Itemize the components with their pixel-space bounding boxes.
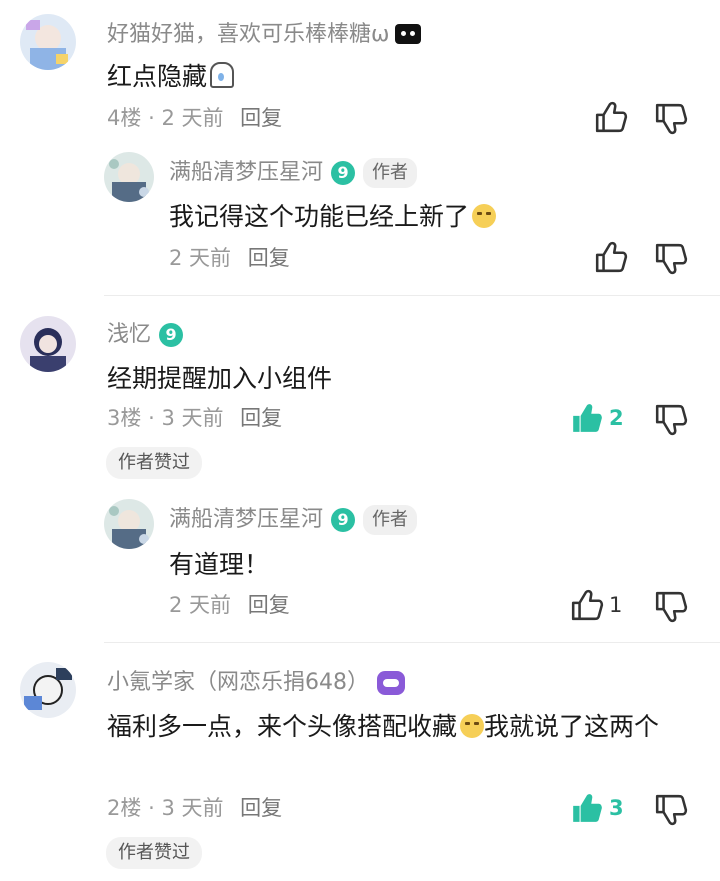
- comment-text: 福利多一点，来个头像搭配收藏 我就说了这两个: [107, 712, 660, 741]
- author-tag: 作者: [363, 158, 418, 188]
- like-button[interactable]: [594, 240, 628, 274]
- reply-button[interactable]: 回复: [240, 106, 282, 130]
- reply-button[interactable]: 回复: [248, 593, 290, 617]
- thinking-emoji-icon: [472, 204, 497, 228]
- level-badge: 9: [331, 508, 356, 532]
- comment-text: 红点隐藏: [107, 58, 235, 96]
- reply-button[interactable]: 回复: [240, 406, 282, 430]
- level-badge: 9: [159, 323, 184, 347]
- thumb-up-icon: [570, 588, 604, 622]
- thumb-down-icon: [654, 102, 688, 136]
- comment-meta: 3楼 · 3 天前 回复: [107, 406, 283, 430]
- thumb-up-filled-icon: [570, 791, 604, 825]
- like-count: 1: [609, 593, 623, 617]
- reply-button[interactable]: 回复: [248, 246, 290, 270]
- ghost-emoji-icon: [210, 62, 235, 88]
- like-button[interactable]: [570, 791, 604, 825]
- reply-button[interactable]: 回复: [240, 796, 282, 820]
- like-count: 3: [609, 796, 624, 820]
- gamepad-badge-icon: [377, 671, 405, 695]
- comment-username[interactable]: 小氪学家（网恋乐捐648）: [107, 668, 405, 698]
- thumb-down-icon: [654, 793, 688, 827]
- reply-text: 我记得这个功能已经上新了: [169, 198, 497, 236]
- avatar[interactable]: [20, 662, 76, 718]
- reply-avatar[interactable]: [104, 152, 154, 202]
- author-liked-badge: 作者赞过: [106, 837, 202, 869]
- level-badge: 9: [331, 161, 356, 185]
- like-button[interactable]: [594, 100, 628, 134]
- thumb-down-icon: [654, 590, 688, 624]
- divider: [104, 642, 720, 643]
- comment-username[interactable]: 好猫好猫，喜欢可乐棒棒糖ω: [107, 20, 422, 50]
- thumb-down-icon: [654, 403, 688, 437]
- dislike-button[interactable]: [654, 102, 688, 136]
- avatar[interactable]: [20, 14, 76, 70]
- thumb-up-icon: [594, 240, 628, 274]
- author-tag: 作者: [363, 505, 418, 535]
- comment-text: 经期提醒加入小组件: [107, 364, 333, 393]
- thumb-up-filled-icon: [570, 401, 604, 435]
- thumb-down-icon: [654, 242, 688, 276]
- reply-meta: 2 天前 回复: [169, 593, 290, 617]
- dislike-button[interactable]: [654, 590, 688, 624]
- avatar[interactable]: [20, 316, 76, 372]
- like-button[interactable]: [570, 588, 604, 622]
- reply-text: 有道理！: [169, 550, 270, 579]
- divider: [104, 295, 720, 296]
- reply-username[interactable]: 满船清梦压星河 9 作者: [169, 505, 418, 535]
- dislike-button[interactable]: [654, 793, 688, 827]
- cat-emoji-icon: [395, 24, 422, 44]
- thinking-emoji-icon: [460, 714, 485, 738]
- like-button[interactable]: [570, 401, 604, 435]
- reply-avatar[interactable]: [104, 499, 154, 549]
- dislike-button[interactable]: [654, 403, 688, 437]
- dislike-button[interactable]: [654, 242, 688, 276]
- comment-meta: 2楼 · 3 天前 回复: [107, 796, 283, 820]
- author-liked-badge: 作者赞过: [106, 447, 202, 479]
- reply-meta: 2 天前 回复: [169, 246, 290, 270]
- comment-username[interactable]: 浅忆 9: [107, 320, 184, 350]
- like-count: 2: [609, 406, 624, 430]
- comment-meta: 4楼 · 2 天前 回复: [107, 106, 283, 130]
- thumb-up-icon: [594, 100, 628, 134]
- reply-username[interactable]: 满船清梦压星河 9 作者: [169, 158, 418, 188]
